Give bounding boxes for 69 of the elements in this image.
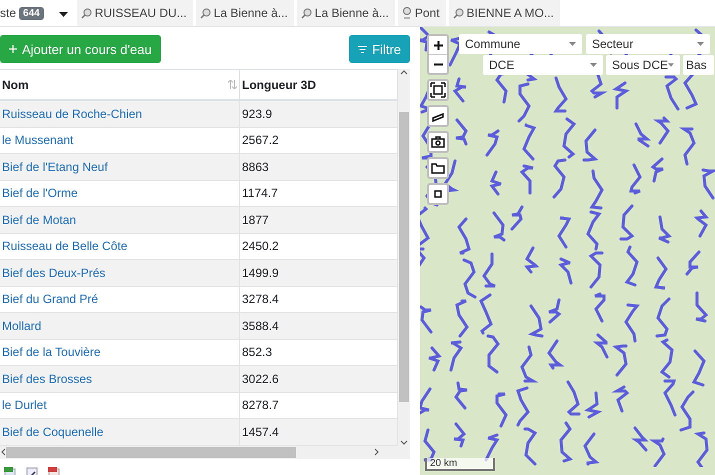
caret-icon [697, 42, 704, 46]
tab-label: ste [0, 6, 16, 20]
vertical-scrollbar[interactable] [398, 69, 410, 446]
tab-label: La Bienne à... [214, 6, 288, 20]
length-value: 1499.9 [242, 266, 279, 280]
river-name-link[interactable]: Bief de l'Orme [2, 186, 78, 200]
length-value: 1457.4 [242, 424, 279, 439]
length-value: 2567.2 [242, 133, 279, 148]
column-label: Longueur 3D [242, 78, 316, 92]
river-name-link[interactable]: Bief des Deux-Prés [2, 266, 106, 280]
filter-dropdown[interactable]: Commune [459, 34, 582, 54]
river-name-link[interactable]: le Durlet [2, 398, 47, 412]
caret-icon [58, 12, 68, 17]
fullscreen-icon[interactable] [429, 81, 447, 99]
add-button[interactable]: Ajouter un cours d'eau [0, 35, 161, 63]
search-icon [300, 8, 312, 18]
map-placeholder[interactable]: Commune Secteur DCE Sous DCE Bas 20 km [420, 27, 715, 475]
river-name-link[interactable]: Bief de Coquenelle [2, 424, 104, 439]
tab[interactable]: La Bienne à... [196, 0, 294, 26]
scroll-right-icon[interactable] [374, 448, 380, 456]
tab-label: BIENNE A MO... [466, 6, 554, 20]
tab-label: La Bienne à... [314, 6, 389, 20]
filter-dropdown[interactable]: Sous DCE [606, 55, 680, 75]
horizontal-scrollbar[interactable] [0, 446, 410, 458]
tab[interactable]: Pont [398, 0, 446, 26]
caret-icon [668, 63, 674, 67]
length-value: 1174.7 [242, 186, 278, 200]
river-name-link[interactable]: Bief de Motan [2, 212, 76, 227]
river-name-link[interactable]: Bief du Grand Pré [2, 292, 98, 306]
filter-button[interactable]: Filtre [349, 35, 410, 63]
count-badge: 644 [19, 6, 44, 20]
river-name-link[interactable]: Ruisseau de Belle Côte [2, 239, 128, 254]
length-value: 8863 [242, 160, 269, 174]
plus-icon [9, 45, 17, 53]
length-value: 923.9 [242, 106, 272, 121]
search-icon [200, 8, 211, 18]
river-name-link[interactable]: Mollard [2, 318, 42, 333]
river-name-link[interactable]: le Mussenant [2, 133, 74, 148]
length-value: 1877 [242, 212, 269, 227]
pin-icon [402, 7, 412, 19]
tab[interactable]: La Bienne à... [296, 0, 395, 26]
search-icon [452, 8, 464, 18]
river-name-link[interactable]: Bief de la Touvière [2, 345, 101, 360]
filter-dropdown[interactable]: DCE [483, 55, 603, 75]
filter-icon [358, 46, 368, 52]
search-icon [80, 8, 92, 18]
column-header[interactable]: Nom [0, 70, 240, 99]
caret-icon [569, 42, 576, 46]
river-name-link[interactable]: Ruisseau de Roche-Chien [2, 106, 142, 121]
filter-dropdown[interactable]: Bas [683, 55, 714, 75]
river-name-link[interactable]: Bief de l'Etang Neuf [2, 160, 108, 174]
length-value: 3588.4 [242, 318, 279, 333]
tab[interactable]: BIENNE A MO... [448, 0, 560, 26]
length-value: 8278.7 [242, 398, 279, 412]
tab-label: RUISSEAU DU... [94, 6, 187, 20]
scroll-up-icon[interactable] [400, 69, 408, 75]
tab-label: Pont [414, 6, 440, 20]
column-label: Nom [2, 78, 29, 92]
length-value: 3022.6 [242, 372, 279, 386]
scroll-left-icon[interactable] [0, 448, 6, 456]
scroll-down-icon[interactable] [400, 440, 408, 446]
length-value: 3278.4 [242, 292, 279, 306]
caret-icon [590, 63, 597, 67]
length-value: 852.3 [242, 345, 272, 360]
map-scale: 20 km [425, 458, 495, 471]
river-name-link[interactable]: Bief des Brosses [2, 372, 92, 386]
length-value: 2450.2 [242, 239, 279, 254]
filter-dropdown[interactable]: Secteur [586, 34, 710, 54]
tab[interactable]: RUISSEAU DU... [76, 0, 193, 26]
